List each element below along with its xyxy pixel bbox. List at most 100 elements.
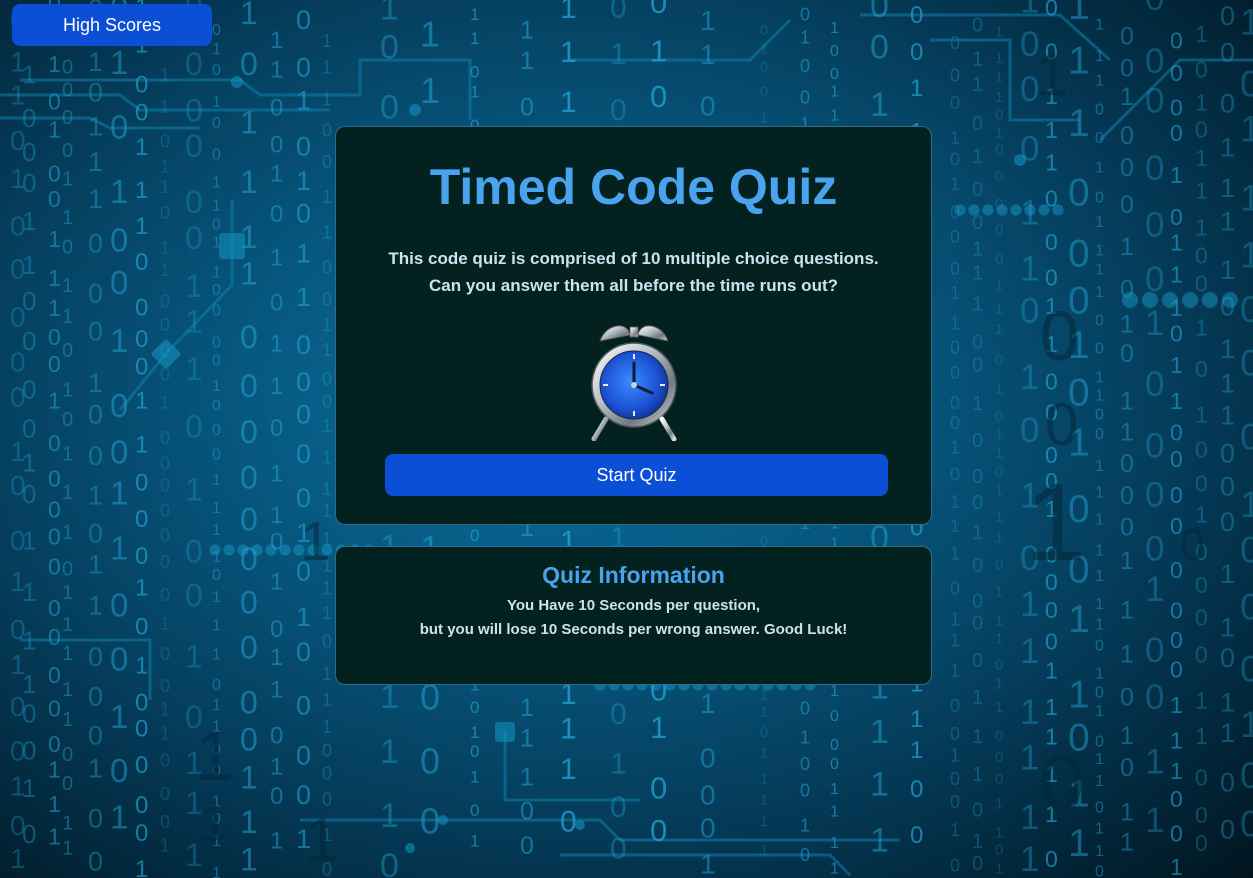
binary-digit: 0	[1195, 830, 1208, 856]
binary-digit: 0	[650, 813, 667, 848]
binary-digit: 0	[88, 804, 103, 834]
binary-digit: 0	[1240, 755, 1253, 796]
start-quiz-button[interactable]: Start Quiz	[385, 454, 888, 496]
binary-digit: 0	[950, 259, 960, 279]
binary-digit: 0	[296, 367, 311, 397]
binary-digit: 0	[800, 5, 810, 25]
binary-digit: 0	[1170, 204, 1183, 230]
binary-digit: 1	[1120, 799, 1134, 827]
binary-digit: 0	[1040, 738, 1085, 827]
binary-digit: 1	[995, 530, 1003, 547]
binary-digit: 1	[1095, 821, 1104, 838]
binary-digit: 1	[380, 0, 399, 27]
binary-digit: 1	[212, 865, 221, 878]
binary-digit: 1	[270, 57, 283, 84]
binary-digit: 1	[110, 798, 128, 835]
binary-digit: 1	[88, 147, 103, 177]
binary-digit: 1	[1170, 352, 1183, 378]
binary-digit: 0	[1120, 340, 1134, 368]
binary-digit: 1	[270, 827, 283, 854]
binary-digit: 1	[62, 275, 73, 297]
binary-digit: 0	[995, 749, 1003, 766]
binary-digit: 1	[1120, 641, 1134, 669]
binary-digit: 1	[1195, 89, 1208, 115]
binary-digit: 0	[135, 752, 148, 779]
binary-digit: 1	[48, 117, 61, 143]
info-line-2: but you will lose 10 Seconds per wrong a…	[419, 621, 848, 638]
binary-digit: 0	[22, 168, 36, 198]
binary-digit: 0	[160, 291, 170, 311]
binary-digit: 1	[1120, 722, 1134, 750]
binary-digit: 0	[380, 88, 399, 126]
background-dot	[223, 544, 235, 556]
binary-digit: 1	[212, 500, 221, 517]
binary-digit: 1	[830, 835, 839, 852]
binary-digit: 1	[995, 277, 1003, 294]
binary-digit: 0	[1145, 149, 1164, 188]
binary-digit: 0	[972, 15, 983, 37]
binary-digit: 1	[950, 283, 960, 303]
binary-digit: 0	[950, 337, 960, 357]
binary-digit: 1	[1195, 687, 1208, 713]
binary-digit: 0	[950, 227, 960, 247]
binary-digit: 1	[972, 74, 983, 96]
binary-digit: 1	[160, 613, 170, 633]
binary-digit: 1	[1020, 632, 1039, 671]
binary-digit: 1	[270, 460, 283, 487]
binary-digit: 0	[950, 578, 960, 598]
binary-digit: 0	[212, 352, 221, 369]
binary-digit: 0	[110, 222, 128, 259]
binary-digit: 0	[995, 728, 1003, 745]
binary-digit: 1	[870, 822, 889, 860]
binary-digit: 0	[135, 792, 148, 819]
binary-digit: 1	[296, 166, 311, 196]
binary-digit: 0	[870, 29, 889, 67]
binary-digit: 0	[240, 502, 258, 538]
binary-digit: 1	[910, 706, 923, 733]
binary-digit: 1	[1220, 559, 1235, 589]
binary-digit: 1	[1095, 665, 1104, 682]
binary-digit: 0	[995, 251, 1003, 268]
binary-digit: 0	[22, 286, 36, 316]
binary-digit: 1	[830, 84, 839, 101]
binary-digit: 0	[160, 131, 170, 151]
binary-digit: 1	[88, 112, 103, 142]
binary-digit: 1	[1068, 0, 1090, 28]
binary-digit: 0	[700, 813, 716, 844]
binary-digit: 1	[950, 820, 960, 840]
binary-digit: 1	[950, 492, 960, 512]
binary-digit: 1	[1025, 461, 1086, 584]
binary-digit: 1	[520, 724, 534, 752]
binary-digit: 1	[420, 13, 440, 54]
binary-digit: 0	[830, 737, 839, 754]
binary-digit: 1	[1020, 585, 1039, 624]
binary-digit: 0	[22, 698, 36, 728]
binary-digit: 1	[520, 694, 534, 722]
binary-digit: 1	[470, 831, 479, 850]
binary-digit: 0	[1095, 312, 1104, 329]
binary-digit: 1	[270, 644, 283, 671]
binary-digit: 0	[1170, 597, 1183, 623]
binary-digit: 1	[995, 824, 1003, 841]
binary-digit: 1	[950, 544, 960, 564]
info-title: Quiz Information	[542, 562, 725, 588]
binary-digit: 0	[420, 740, 440, 781]
binary-digit: 0	[1095, 190, 1104, 207]
binary-digit: 1	[185, 471, 203, 507]
binary-digit: 0	[1045, 229, 1058, 255]
binary-digit: 0	[88, 441, 103, 471]
binary-digit: 0	[212, 567, 221, 584]
binary-digit: 1	[1095, 458, 1104, 475]
binary-digit: 1	[1020, 194, 1039, 233]
binary-digit: 0	[1145, 678, 1164, 717]
binary-digit: 0	[1020, 130, 1039, 169]
binary-digit: 0	[240, 684, 258, 720]
binary-digit: 0	[110, 752, 128, 789]
binary-digit: 1	[1240, 704, 1253, 745]
binary-digit: 1	[1120, 596, 1134, 624]
binary-digit: 1	[160, 836, 170, 856]
binary-digit: 0	[135, 294, 148, 321]
high-scores-button[interactable]: High Scores	[12, 4, 212, 46]
binary-digit: 1	[1068, 822, 1090, 865]
binary-digit: 1	[1170, 758, 1183, 784]
